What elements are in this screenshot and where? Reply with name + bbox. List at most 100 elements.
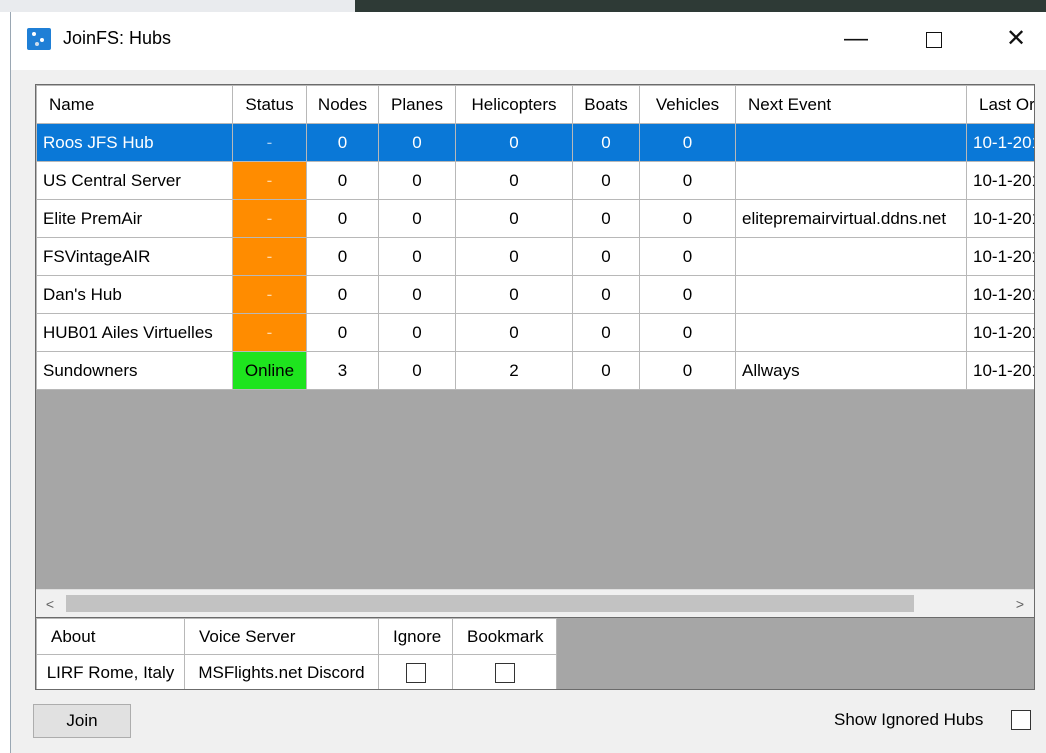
column-header-planes[interactable]: Planes	[378, 85, 456, 124]
background-strip	[0, 0, 1046, 12]
status-cell: -	[232, 123, 307, 162]
cell-next-event	[735, 313, 967, 352]
cell-name: HUB01 Ailes Virtuelles	[36, 313, 233, 352]
cell-nodes: 0	[306, 199, 379, 238]
cell-last-online: 10-1-201	[966, 199, 1034, 238]
hubs-window: JoinFS: Hubs — ✕ Name Status Nodes Plane…	[10, 12, 1046, 753]
cell-boats: 0	[572, 199, 640, 238]
cell-next-event	[735, 237, 967, 276]
cell-name: FSVintageAIR	[36, 237, 233, 276]
cell-nodes: 0	[306, 313, 379, 352]
cell-nodes: 0	[306, 161, 379, 200]
grid-header-row: Name Status Nodes Planes Helicopters Boa…	[36, 85, 1034, 124]
cell-vehicles: 0	[639, 237, 736, 276]
column-header-vehicles[interactable]: Vehicles	[639, 85, 736, 124]
cell-nodes: 0	[306, 123, 379, 162]
cell-last-online: 10-1-201	[966, 237, 1034, 276]
detail-header-voice-server: Voice Server	[184, 618, 379, 655]
detail-row: LIRF Rome, Italy MSFlights.net Discord	[36, 654, 557, 689]
title-bar: JoinFS: Hubs — ✕	[11, 12, 1046, 70]
detail-header-about: About	[36, 618, 185, 655]
horizontal-scrollbar[interactable]: < >	[36, 589, 1034, 617]
close-button[interactable]: ✕	[993, 22, 1039, 56]
cell-last-online: 10-1-201	[966, 351, 1034, 390]
minimize-button[interactable]: —	[833, 22, 879, 56]
cell-next-event: elitepremairvirtual.ddns.net	[735, 199, 967, 238]
cell-name: Dan's Hub	[36, 275, 233, 314]
cell-vehicles: 0	[639, 275, 736, 314]
cell-next-event	[735, 123, 967, 162]
status-cell: Online	[232, 351, 307, 390]
table-row[interactable]: Dan's Hub -0 0 0 0 0 10-1-201	[36, 275, 1034, 314]
status-cell: -	[232, 237, 307, 276]
ignore-checkbox[interactable]	[405, 662, 426, 683]
cell-helicopters: 0	[455, 313, 573, 352]
cell-boats: 0	[572, 237, 640, 276]
table-row[interactable]: HUB01 Ailes Virtuelles -0 0 0 0 0 10-1-201	[36, 313, 1034, 352]
cell-boats: 0	[572, 351, 640, 390]
show-ignored-label: Show Ignored Hubs	[834, 710, 984, 729]
detail-header-row: About Voice Server Ignore Bookmark	[36, 618, 557, 655]
bookmark-checkbox[interactable]	[494, 662, 515, 683]
scroll-left-arrow-icon[interactable]: <	[36, 590, 64, 617]
column-header-next-event[interactable]: Next Event	[735, 85, 967, 124]
show-ignored-checkbox[interactable]	[1011, 710, 1031, 730]
cell-boats: 0	[572, 275, 640, 314]
cell-helicopters: 0	[455, 275, 573, 314]
cell-helicopters: 2	[455, 351, 573, 390]
table-row[interactable]: Roos JFS Hub -0 0 0 0 0 10-1-201	[36, 123, 1034, 162]
table-row[interactable]: US Central Server -0 0 0 0 0 10-1-201	[36, 161, 1034, 200]
hubs-grid: Name Status Nodes Planes Helicopters Boa…	[35, 84, 1035, 618]
window-title: JoinFS: Hubs	[63, 28, 172, 48]
cell-last-online: 10-1-201	[966, 123, 1034, 162]
cell-boats: 0	[572, 161, 640, 200]
cell-next-event	[735, 161, 967, 200]
cell-boats: 0	[572, 313, 640, 352]
cell-vehicles: 0	[639, 161, 736, 200]
cell-planes: 0	[378, 161, 456, 200]
cell-last-online: 10-1-201	[966, 313, 1034, 352]
cell-planes: 0	[378, 123, 456, 162]
cell-helicopters: 0	[455, 199, 573, 238]
cell-vehicles: 0	[639, 199, 736, 238]
cell-planes: 0	[378, 199, 456, 238]
cell-boats: 0	[572, 123, 640, 162]
column-header-last-online[interactable]: Last Or	[966, 85, 1034, 124]
cell-last-online: 10-1-201	[966, 275, 1034, 314]
hub-detail-grid: About Voice Server Ignore Bookmark LIRF …	[35, 617, 1035, 690]
cell-next-event	[735, 275, 967, 314]
column-header-status[interactable]: Status	[232, 85, 307, 124]
column-header-nodes[interactable]: Nodes	[306, 85, 379, 124]
status-cell: -	[232, 199, 307, 238]
maximize-icon	[926, 31, 942, 48]
cell-planes: 0	[378, 237, 456, 276]
cell-name: US Central Server	[36, 161, 233, 200]
app-icon	[27, 28, 51, 50]
scroll-right-arrow-icon[interactable]: >	[1006, 590, 1034, 617]
join-button[interactable]: Join	[33, 704, 131, 738]
column-header-helicopters[interactable]: Helicopters	[455, 85, 573, 124]
cell-next-event: Allways	[735, 351, 967, 390]
bookmark-cell	[452, 654, 557, 689]
detail-header-bookmark: Bookmark	[452, 618, 557, 655]
maximize-button[interactable]	[911, 22, 957, 56]
hub-detail-table: About Voice Server Ignore Bookmark LIRF …	[36, 618, 557, 689]
status-cell: -	[232, 313, 307, 352]
cell-planes: 0	[378, 313, 456, 352]
cell-helicopters: 0	[455, 161, 573, 200]
cell-helicopters: 0	[455, 123, 573, 162]
column-header-boats[interactable]: Boats	[572, 85, 640, 124]
cell-helicopters: 0	[455, 237, 573, 276]
cell-last-online: 10-1-201	[966, 161, 1034, 200]
cell-nodes: 0	[306, 275, 379, 314]
table-row[interactable]: Sundowners Online 3 0 2 0 0 Allways 10-1-201	[36, 351, 1034, 390]
table-row[interactable]: Elite PremAir -0 0 0 0 0 elitepremairvirtual.d…	[36, 199, 1034, 238]
cell-nodes: 0	[306, 237, 379, 276]
cell-name: Elite PremAir	[36, 199, 233, 238]
column-header-name[interactable]: Name	[36, 85, 233, 124]
scrollbar-thumb[interactable]	[66, 595, 914, 612]
table-row[interactable]: FSVintageAIR -0 0 0 0 0 10-1-201	[36, 237, 1034, 276]
detail-header-ignore: Ignore	[378, 618, 453, 655]
detail-voice-server[interactable]: MSFlights.net Discord	[184, 654, 379, 689]
cell-vehicles: 0	[639, 351, 736, 390]
